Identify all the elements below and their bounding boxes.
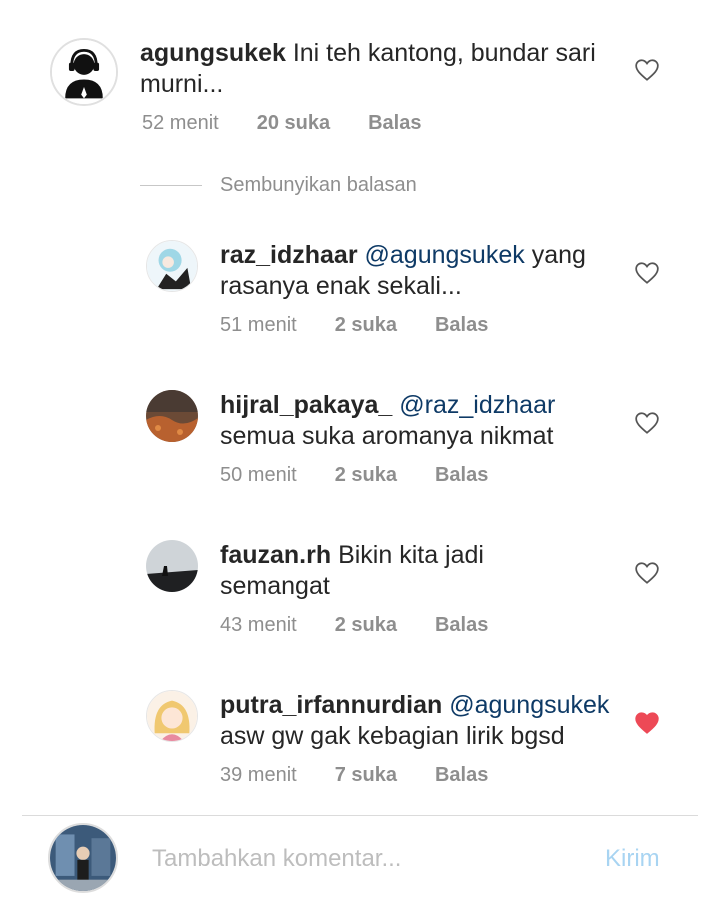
heart-icon[interactable]: [634, 261, 660, 285]
comment-text: hijral_pakaya_ @raz_idzhaar semua suka a…: [220, 390, 620, 452]
username[interactable]: agungsukek: [140, 39, 286, 67]
comment-text: fauzan.rh Bikin kita jadi semangat: [220, 540, 620, 602]
comment-meta: 39 menit 7 suka Balas: [220, 764, 526, 787]
landscape-photo-icon: [146, 540, 198, 592]
timestamp: 39 menit: [220, 764, 297, 786]
comment-body-line2: semua suka aromanya nikmat: [220, 422, 554, 450]
comment-body: Ini teh kantong, bundar sari: [292, 39, 596, 67]
support-agent-icon: [52, 40, 116, 104]
timestamp: 51 menit: [220, 314, 297, 336]
heart-icon[interactable]: [634, 561, 660, 585]
hide-replies-label[interactable]: Sembunyikan balasan: [220, 174, 417, 197]
heart-icon[interactable]: [634, 411, 660, 435]
comment-body-line2: asw gw gak kebagian lirik bgsd: [220, 722, 565, 750]
avatar[interactable]: [50, 38, 118, 106]
comment-meta: 51 menit 2 suka Balas: [220, 314, 526, 337]
comment-body-line2: rasanya enak sekali...: [220, 272, 462, 300]
timestamp: 52 menit: [142, 112, 219, 134]
timestamp: 50 menit: [220, 464, 297, 486]
composer-divider: [22, 815, 698, 816]
mention-link[interactable]: @raz_idzhaar: [399, 391, 555, 419]
comment-body-line2: murni...: [140, 70, 224, 98]
comment-text: putra_irfannurdian @agungsukek asw gw ga…: [220, 690, 620, 752]
comment-body: yang: [531, 241, 586, 269]
comment-body-line2: semangat: [220, 572, 330, 600]
comment-body: Bikin kita jadi: [338, 541, 484, 569]
send-button[interactable]: Kirim: [605, 845, 660, 873]
username[interactable]: raz_idzhaar: [220, 241, 358, 269]
heart-icon[interactable]: [634, 58, 660, 82]
autumn-photo-icon: [146, 390, 198, 442]
comment-meta: 52 menit 20 suka Balas: [142, 112, 459, 135]
likes-count[interactable]: 2 suka: [335, 314, 397, 337]
avatar[interactable]: [146, 390, 198, 442]
username[interactable]: putra_irfannurdian: [220, 691, 442, 719]
likes-count[interactable]: 2 suka: [335, 464, 397, 487]
reply-button[interactable]: Balas: [435, 314, 488, 337]
reply-button[interactable]: Balas: [435, 764, 488, 787]
hide-replies-button[interactable]: Sembunyikan balasan: [140, 174, 417, 197]
anime-avatar-icon: [147, 241, 197, 291]
avatar[interactable]: [146, 540, 198, 592]
comment-text: raz_idzhaar @agungsukek yang rasanya ena…: [220, 240, 620, 302]
mention-link[interactable]: @agungsukek: [449, 691, 609, 719]
likes-count[interactable]: 2 suka: [335, 614, 397, 637]
avatar[interactable]: [146, 240, 198, 292]
current-user-avatar: [48, 823, 118, 893]
reply-button[interactable]: Balas: [435, 614, 488, 637]
reply-button[interactable]: Balas: [368, 112, 421, 135]
reply-button[interactable]: Balas: [435, 464, 488, 487]
likes-count[interactable]: 20 suka: [257, 112, 330, 135]
mention-link[interactable]: @agungsukek: [365, 241, 525, 269]
comment-input[interactable]: [152, 845, 572, 873]
timestamp: 43 menit: [220, 614, 297, 636]
comment-meta: 43 menit 2 suka Balas: [220, 614, 526, 637]
heart-filled-icon[interactable]: [634, 711, 660, 735]
comment-text: agungsukek Ini teh kantong, bundar sari …: [140, 38, 610, 100]
username[interactable]: hijral_pakaya_: [220, 391, 392, 419]
comment-meta: 50 menit 2 suka Balas: [220, 464, 526, 487]
likes-count[interactable]: 7 suka: [335, 764, 397, 787]
avatar[interactable]: [146, 690, 198, 742]
anime-avatar-icon: [147, 691, 197, 741]
divider-line: [140, 185, 202, 186]
avatar-photo-icon: [50, 825, 116, 891]
username[interactable]: fauzan.rh: [220, 541, 331, 569]
